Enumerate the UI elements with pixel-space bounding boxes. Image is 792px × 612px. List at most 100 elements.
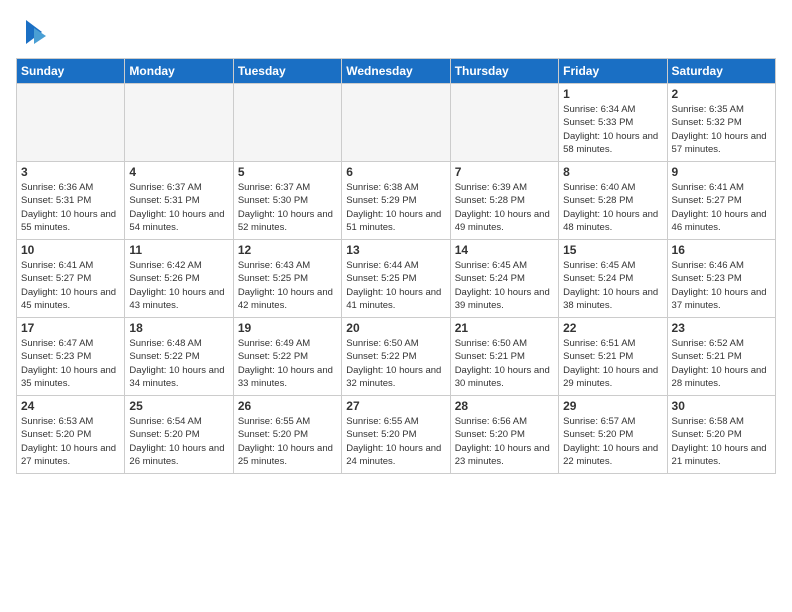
day-info: Sunrise: 6:57 AM Sunset: 5:20 PM Dayligh… xyxy=(563,415,662,468)
daylight-label: Daylight: 10 hours and 49 minutes. xyxy=(455,209,550,233)
day-number: 24 xyxy=(21,399,120,413)
calendar-cell: 7 Sunrise: 6:39 AM Sunset: 5:28 PM Dayli… xyxy=(450,162,558,240)
day-info: Sunrise: 6:50 AM Sunset: 5:21 PM Dayligh… xyxy=(455,337,554,390)
sunrise-label: Sunrise: 6:53 AM xyxy=(21,416,93,427)
sunset-label: Sunset: 5:31 PM xyxy=(129,195,199,206)
daylight-label: Daylight: 10 hours and 25 minutes. xyxy=(238,443,333,467)
calendar-cell: 3 Sunrise: 6:36 AM Sunset: 5:31 PM Dayli… xyxy=(17,162,125,240)
daylight-label: Daylight: 10 hours and 22 minutes. xyxy=(563,443,658,467)
day-info: Sunrise: 6:41 AM Sunset: 5:27 PM Dayligh… xyxy=(672,181,771,234)
sunrise-label: Sunrise: 6:55 AM xyxy=(346,416,418,427)
daylight-label: Daylight: 10 hours and 51 minutes. xyxy=(346,209,441,233)
daylight-label: Daylight: 10 hours and 57 minutes. xyxy=(672,131,767,155)
day-number: 17 xyxy=(21,321,120,335)
sunrise-label: Sunrise: 6:50 AM xyxy=(455,338,527,349)
logo xyxy=(16,16,50,48)
day-info: Sunrise: 6:49 AM Sunset: 5:22 PM Dayligh… xyxy=(238,337,337,390)
sunset-label: Sunset: 5:20 PM xyxy=(238,429,308,440)
sunset-label: Sunset: 5:22 PM xyxy=(238,351,308,362)
sunrise-label: Sunrise: 6:43 AM xyxy=(238,260,310,271)
sunset-label: Sunset: 5:28 PM xyxy=(455,195,525,206)
daylight-label: Daylight: 10 hours and 33 minutes. xyxy=(238,365,333,389)
sunset-label: Sunset: 5:32 PM xyxy=(672,117,742,128)
day-info: Sunrise: 6:47 AM Sunset: 5:23 PM Dayligh… xyxy=(21,337,120,390)
sunrise-label: Sunrise: 6:40 AM xyxy=(563,182,635,193)
day-number: 3 xyxy=(21,165,120,179)
sunrise-label: Sunrise: 6:55 AM xyxy=(238,416,310,427)
calendar-cell: 1 Sunrise: 6:34 AM Sunset: 5:33 PM Dayli… xyxy=(559,84,667,162)
daylight-label: Daylight: 10 hours and 39 minutes. xyxy=(455,287,550,311)
sunrise-label: Sunrise: 6:52 AM xyxy=(672,338,744,349)
calendar-table: SundayMondayTuesdayWednesdayThursdayFrid… xyxy=(16,58,776,474)
day-info: Sunrise: 6:42 AM Sunset: 5:26 PM Dayligh… xyxy=(129,259,228,312)
day-number: 7 xyxy=(455,165,554,179)
day-number: 28 xyxy=(455,399,554,413)
sunrise-label: Sunrise: 6:49 AM xyxy=(238,338,310,349)
day-number: 2 xyxy=(672,87,771,101)
day-info: Sunrise: 6:44 AM Sunset: 5:25 PM Dayligh… xyxy=(346,259,445,312)
calendar-cell: 15 Sunrise: 6:45 AM Sunset: 5:24 PM Dayl… xyxy=(559,240,667,318)
daylight-label: Daylight: 10 hours and 23 minutes. xyxy=(455,443,550,467)
daylight-label: Daylight: 10 hours and 30 minutes. xyxy=(455,365,550,389)
day-info: Sunrise: 6:50 AM Sunset: 5:22 PM Dayligh… xyxy=(346,337,445,390)
sunset-label: Sunset: 5:23 PM xyxy=(21,351,91,362)
calendar-header-row: SundayMondayTuesdayWednesdayThursdayFrid… xyxy=(17,59,776,84)
sunset-label: Sunset: 5:22 PM xyxy=(346,351,416,362)
daylight-label: Daylight: 10 hours and 29 minutes. xyxy=(563,365,658,389)
sunset-label: Sunset: 5:28 PM xyxy=(563,195,633,206)
sunset-label: Sunset: 5:29 PM xyxy=(346,195,416,206)
day-info: Sunrise: 6:35 AM Sunset: 5:32 PM Dayligh… xyxy=(672,103,771,156)
daylight-label: Daylight: 10 hours and 26 minutes. xyxy=(129,443,224,467)
day-info: Sunrise: 6:39 AM Sunset: 5:28 PM Dayligh… xyxy=(455,181,554,234)
daylight-label: Daylight: 10 hours and 52 minutes. xyxy=(238,209,333,233)
sunrise-label: Sunrise: 6:57 AM xyxy=(563,416,635,427)
sunrise-label: Sunrise: 6:34 AM xyxy=(563,104,635,115)
sunset-label: Sunset: 5:21 PM xyxy=(672,351,742,362)
day-info: Sunrise: 6:58 AM Sunset: 5:20 PM Dayligh… xyxy=(672,415,771,468)
calendar-cell: 12 Sunrise: 6:43 AM Sunset: 5:25 PM Dayl… xyxy=(233,240,341,318)
weekday-header-monday: Monday xyxy=(125,59,233,84)
sunset-label: Sunset: 5:25 PM xyxy=(238,273,308,284)
day-info: Sunrise: 6:34 AM Sunset: 5:33 PM Dayligh… xyxy=(563,103,662,156)
weekday-header-friday: Friday xyxy=(559,59,667,84)
logo-icon xyxy=(18,16,50,48)
day-info: Sunrise: 6:48 AM Sunset: 5:22 PM Dayligh… xyxy=(129,337,228,390)
calendar-cell: 27 Sunrise: 6:55 AM Sunset: 5:20 PM Dayl… xyxy=(342,396,450,474)
day-number: 4 xyxy=(129,165,228,179)
calendar-cell: 11 Sunrise: 6:42 AM Sunset: 5:26 PM Dayl… xyxy=(125,240,233,318)
day-number: 11 xyxy=(129,243,228,257)
calendar-week-2: 3 Sunrise: 6:36 AM Sunset: 5:31 PM Dayli… xyxy=(17,162,776,240)
day-number: 26 xyxy=(238,399,337,413)
sunrise-label: Sunrise: 6:45 AM xyxy=(455,260,527,271)
daylight-label: Daylight: 10 hours and 55 minutes. xyxy=(21,209,116,233)
calendar-cell xyxy=(342,84,450,162)
sunrise-label: Sunrise: 6:41 AM xyxy=(21,260,93,271)
day-number: 5 xyxy=(238,165,337,179)
sunset-label: Sunset: 5:20 PM xyxy=(672,429,742,440)
sunset-label: Sunset: 5:20 PM xyxy=(21,429,91,440)
calendar-cell: 13 Sunrise: 6:44 AM Sunset: 5:25 PM Dayl… xyxy=(342,240,450,318)
sunset-label: Sunset: 5:27 PM xyxy=(21,273,91,284)
day-info: Sunrise: 6:53 AM Sunset: 5:20 PM Dayligh… xyxy=(21,415,120,468)
sunset-label: Sunset: 5:20 PM xyxy=(455,429,525,440)
day-number: 9 xyxy=(672,165,771,179)
day-number: 14 xyxy=(455,243,554,257)
sunrise-label: Sunrise: 6:45 AM xyxy=(563,260,635,271)
sunrise-label: Sunrise: 6:37 AM xyxy=(129,182,201,193)
day-number: 13 xyxy=(346,243,445,257)
calendar-cell: 28 Sunrise: 6:56 AM Sunset: 5:20 PM Dayl… xyxy=(450,396,558,474)
sunset-label: Sunset: 5:23 PM xyxy=(672,273,742,284)
sunrise-label: Sunrise: 6:41 AM xyxy=(672,182,744,193)
day-info: Sunrise: 6:36 AM Sunset: 5:31 PM Dayligh… xyxy=(21,181,120,234)
sunset-label: Sunset: 5:21 PM xyxy=(455,351,525,362)
sunset-label: Sunset: 5:30 PM xyxy=(238,195,308,206)
sunset-label: Sunset: 5:33 PM xyxy=(563,117,633,128)
daylight-label: Daylight: 10 hours and 27 minutes. xyxy=(21,443,116,467)
calendar-cell: 22 Sunrise: 6:51 AM Sunset: 5:21 PM Dayl… xyxy=(559,318,667,396)
day-info: Sunrise: 6:55 AM Sunset: 5:20 PM Dayligh… xyxy=(238,415,337,468)
sunrise-label: Sunrise: 6:35 AM xyxy=(672,104,744,115)
day-number: 1 xyxy=(563,87,662,101)
day-info: Sunrise: 6:37 AM Sunset: 5:30 PM Dayligh… xyxy=(238,181,337,234)
daylight-label: Daylight: 10 hours and 38 minutes. xyxy=(563,287,658,311)
day-number: 6 xyxy=(346,165,445,179)
